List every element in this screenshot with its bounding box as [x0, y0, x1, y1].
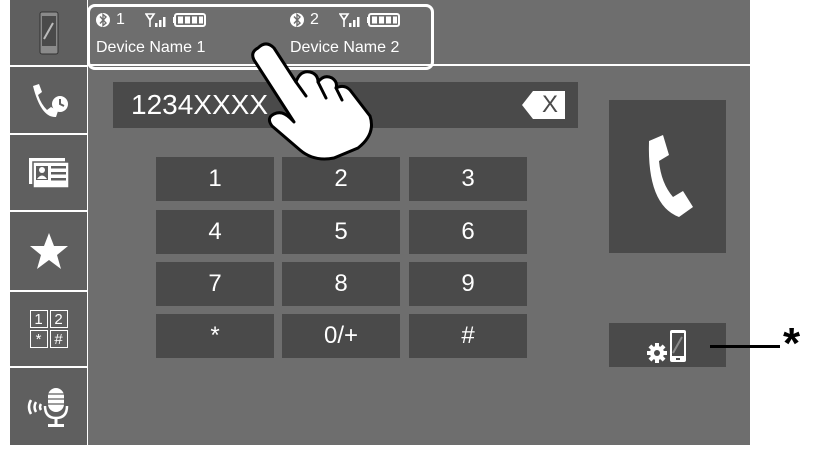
gear-icon — [647, 343, 667, 363]
key-8[interactable]: 8 — [282, 262, 400, 306]
sidebar-item-keypad[interactable]: 1 2 * # — [10, 292, 88, 368]
favorites-star-icon — [29, 233, 68, 269]
device-settings-button[interactable] — [609, 323, 726, 367]
backspace-label: X — [541, 91, 558, 118]
phone-device-icon — [39, 11, 58, 54]
sidebar-item-favorites[interactable] — [10, 212, 88, 292]
keypad-icon-hash: # — [49, 330, 68, 348]
key-9[interactable]: 9 — [409, 262, 527, 306]
keypad-icon-1: 1 — [29, 310, 48, 328]
device-2-number: 2 — [310, 11, 319, 28]
sidebar-item-device[interactable] — [10, 0, 88, 67]
sidebar-item-phonebook[interactable] — [10, 135, 88, 212]
call-history-icon — [32, 84, 68, 118]
smartphone-icon — [670, 330, 686, 362]
signal-strength-icon — [338, 13, 360, 27]
key-hash[interactable]: # — [409, 314, 527, 358]
key-6[interactable]: 6 — [409, 210, 527, 254]
battery-icon — [366, 13, 400, 27]
battery-icon — [172, 13, 206, 27]
sidebar-item-history[interactable] — [10, 67, 88, 135]
key-7[interactable]: 7 — [156, 262, 274, 306]
device-1-status[interactable]: 1 Device Name 1 — [96, 9, 207, 57]
key-star[interactable]: * — [156, 314, 274, 358]
key-4[interactable]: 4 — [156, 210, 274, 254]
callout-line — [710, 345, 780, 348]
sidebar: 1 2 * # — [10, 0, 89, 445]
key-zero-plus[interactable]: 0/+ — [282, 314, 400, 358]
device-1-name: Device Name 1 — [96, 39, 206, 56]
call-button[interactable] — [609, 100, 726, 253]
key-5[interactable]: 5 — [282, 210, 400, 254]
dial-keypad-icon: 1 2 * # — [29, 310, 68, 348]
pointing-hand-icon — [251, 42, 373, 161]
sidebar-item-voice[interactable] — [10, 368, 88, 445]
signal-strength-icon — [144, 13, 166, 27]
bluetooth-icon — [290, 13, 304, 27]
device-1-number: 1 — [116, 11, 125, 28]
keypad-icon-2: 2 — [49, 310, 68, 328]
voice-recognition-icon — [27, 387, 68, 427]
backspace-button[interactable]: X — [520, 90, 566, 120]
keypad-icon-star: * — [29, 330, 48, 348]
phonebook-icon — [28, 157, 70, 189]
key-3[interactable]: 3 — [409, 157, 527, 201]
callout-asterisk: * — [783, 319, 801, 368]
bluetooth-icon — [96, 13, 110, 27]
phone-handset-icon — [648, 134, 693, 217]
